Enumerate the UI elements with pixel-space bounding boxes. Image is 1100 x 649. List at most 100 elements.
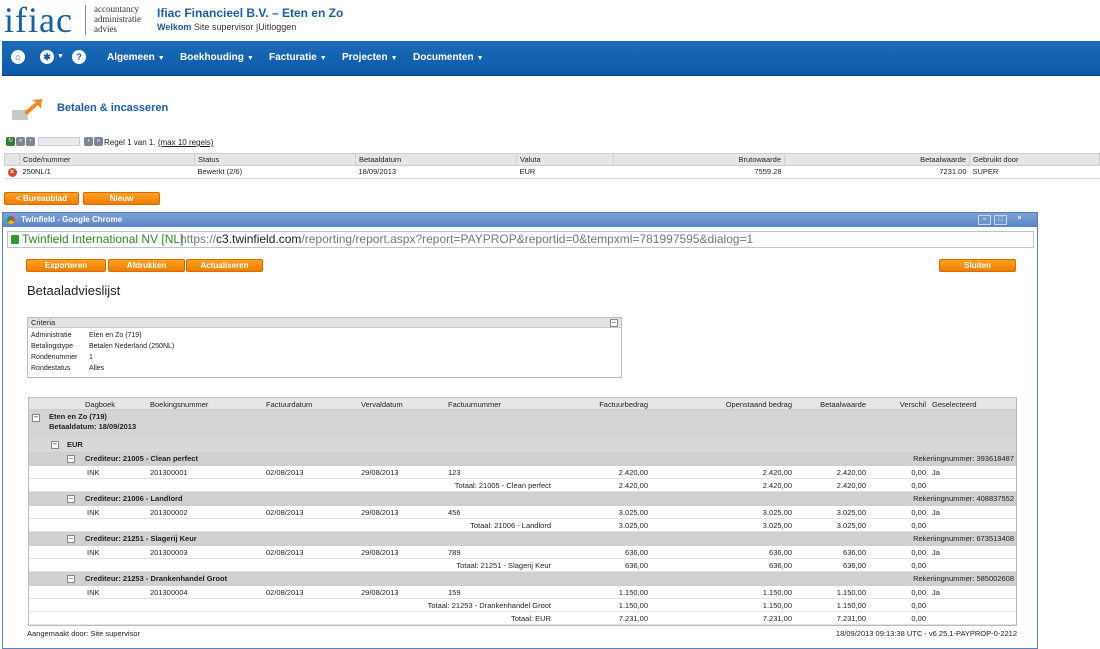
nav-projecten[interactable]: Projecten ▼ <box>342 52 398 63</box>
subtotal-amount: 1.150,00 <box>618 601 648 610</box>
currency-cell: EUR <box>516 165 614 179</box>
creditor-name: Crediteur: 21005 - Clean perfect <box>85 454 198 463</box>
booking-cell: 201300001 <box>150 468 188 477</box>
chevron-down-icon: ▼ <box>319 55 327 62</box>
column-header[interactable]: Valuta <box>516 153 614 166</box>
nav-boekhouding[interactable]: Boekhouding ▼ <box>180 52 254 63</box>
report-table: Dagboek Boekingsnummer Factuurdatum Verv… <box>28 397 1017 626</box>
collapse-icon[interactable]: – <box>67 495 75 503</box>
report-timestamp: 18/09/2013 09:13:38 UTC - v6.25.1-PAYPRO… <box>835 629 1017 638</box>
subtotal-open: 1.150,00 <box>762 601 792 610</box>
criteria-label: Criteria <box>31 318 56 327</box>
subtotal-open: 3.025,00 <box>762 521 792 530</box>
grand-total-amount: 7.231,00 <box>618 614 648 623</box>
next-page-icon[interactable]: › <box>84 137 93 146</box>
selected-cell[interactable]: Ja <box>932 588 940 597</box>
collapse-icon[interactable]: – <box>610 319 618 327</box>
table-row[interactable]: INK 201300001 02/08/2013 29/08/2013 123 … <box>29 466 1016 479</box>
collapse-icon[interactable]: – <box>67 535 75 543</box>
logout-link[interactable]: Uitloggen <box>258 22 296 32</box>
table-row[interactable]: INK 201300003 02/08/2013 29/08/2013 789 … <box>29 546 1016 559</box>
pay-cell: 7231.00 <box>784 165 970 179</box>
invoice-date-cell: 02/08/2013 <box>266 468 304 477</box>
difference-cell: 0,00 <box>911 588 926 597</box>
pay-amount-cell: 3.025,00 <box>836 508 866 517</box>
collapse-icon[interactable]: – <box>67 455 75 463</box>
invoice-number-cell: 159 <box>448 588 461 597</box>
payment-arrows-icon <box>12 99 42 120</box>
collapse-icon[interactable]: – <box>32 414 40 422</box>
chevron-down-icon[interactable]: ▼ <box>57 53 64 60</box>
subtotal-label: Totaal: 21251 - Slagerij Keur <box>456 561 551 570</box>
subtotal-diff: 0,00 <box>911 601 926 610</box>
subtotal-pay: 3.025,00 <box>836 521 866 530</box>
export-button[interactable]: Exporteren <box>26 259 106 272</box>
code-cell: 250NL/1 <box>19 165 195 179</box>
page-input[interactable] <box>38 137 80 146</box>
star-icon[interactable]: ✱ <box>40 50 54 64</box>
column-header[interactable]: Betaalwaarde <box>784 153 970 166</box>
company-name: Ifiac Financieel B.V. – Eten en Zo <box>157 6 344 20</box>
back-to-desktop-button[interactable]: < Bureaublad <box>4 192 79 205</box>
maximize-icon[interactable]: □ <box>994 215 1007 225</box>
nav-algemeen[interactable]: Algemeen ▼ <box>107 52 165 63</box>
nav-label: Projecten <box>342 52 388 63</box>
column-header[interactable]: Betaaldatum <box>355 153 517 166</box>
column-header[interactable]: Brutowaarde <box>613 153 785 166</box>
address-bar[interactable]: Twinfield International NV [NL] https://… <box>7 231 1034 248</box>
chevron-down-icon: ▼ <box>157 55 165 62</box>
subtotal-label: Totaal: 21253 - Drankenhandel Groot <box>427 601 551 610</box>
user-cell: SUPER <box>969 165 1100 179</box>
refresh-icon[interactable]: ↻ <box>6 137 15 146</box>
currency-label: EUR <box>67 440 83 449</box>
status-cell: Bewerkt (2/6) <box>194 165 356 179</box>
grand-total-open: 7.231,00 <box>762 614 792 623</box>
criteria-key: Rondestatus <box>31 365 71 372</box>
pay-amount-cell: 2.420,00 <box>836 468 866 477</box>
selected-cell[interactable]: Ja <box>932 548 940 557</box>
selected-cell[interactable]: Ja <box>932 468 940 477</box>
main-nav: ⌂ ✱ ▼ ? Algemeen ▼ Boekhouding ▼ Facturati… <box>2 41 1100 76</box>
refresh-button[interactable]: Actualiseren <box>186 259 263 272</box>
journal-cell: INK <box>87 548 100 557</box>
nav-facturatie[interactable]: Facturatie ▼ <box>269 52 327 63</box>
last-page-icon[interactable]: » <box>94 137 103 146</box>
table-row[interactable]: INK 201300004 02/08/2013 29/08/2013 159 … <box>29 586 1016 599</box>
logo-divider <box>85 5 86 35</box>
user-name: Site supervisor <box>193 22 254 32</box>
column-header[interactable]: Code/nummer <box>19 153 195 166</box>
close-button[interactable]: Sluiten <box>939 259 1016 272</box>
subtotal-diff: 0,00 <box>911 481 926 490</box>
max-rows-link[interactable]: (max 10 regels) <box>158 138 214 147</box>
creditor-name: Crediteur: 21006 - Landlord <box>85 494 183 503</box>
column-header[interactable]: Gebruikt door <box>969 153 1100 166</box>
table-row[interactable]: × 250NL/1 Bewerkt (2/6) 18/09/2013 EUR 7… <box>4 165 1100 179</box>
subtotal-row: Totaal: 21006 - Landlord 3.025,00 3.025,… <box>29 519 1016 532</box>
subtotal-diff: 0,00 <box>911 561 926 570</box>
column-header[interactable]: Status <box>194 153 356 166</box>
collapse-icon[interactable]: – <box>51 441 59 449</box>
table-row[interactable]: INK 201300002 02/08/2013 29/08/2013 456 … <box>29 506 1016 519</box>
home-icon[interactable]: ⌂ <box>11 50 25 64</box>
first-page-icon[interactable]: « <box>16 137 25 146</box>
prev-page-icon[interactable]: ‹ <box>26 137 35 146</box>
created-by: Aangemaakt door: Site supervisor <box>27 629 140 638</box>
row-count: Regel 1 van 1. <box>104 138 156 147</box>
nav-documenten[interactable]: Documenten ▼ <box>413 52 484 63</box>
selected-cell[interactable]: Ja <box>932 508 940 517</box>
gross-cell: 7559.28 <box>613 165 785 179</box>
tagline-line: accountancy <box>94 4 139 14</box>
column-header: Boekingsnummer <box>150 400 209 409</box>
help-icon[interactable]: ? <box>72 50 86 64</box>
collapse-icon[interactable]: – <box>67 575 75 583</box>
criteria-value: Eten en Zo (719) <box>89 332 142 339</box>
print-button[interactable]: Afdrukken <box>108 259 185 272</box>
page-title: Betalen & incasseren <box>57 102 169 114</box>
column-header-icon <box>4 153 20 166</box>
close-icon[interactable]: × <box>1013 215 1026 225</box>
nav-label: Boekhouding <box>180 52 244 63</box>
subtotal-diff: 0,00 <box>911 521 926 530</box>
new-button[interactable]: Nieuw <box>83 192 160 205</box>
url-host: c3.twinfield.com <box>216 232 302 246</box>
minimize-icon[interactable]: – <box>978 215 991 225</box>
